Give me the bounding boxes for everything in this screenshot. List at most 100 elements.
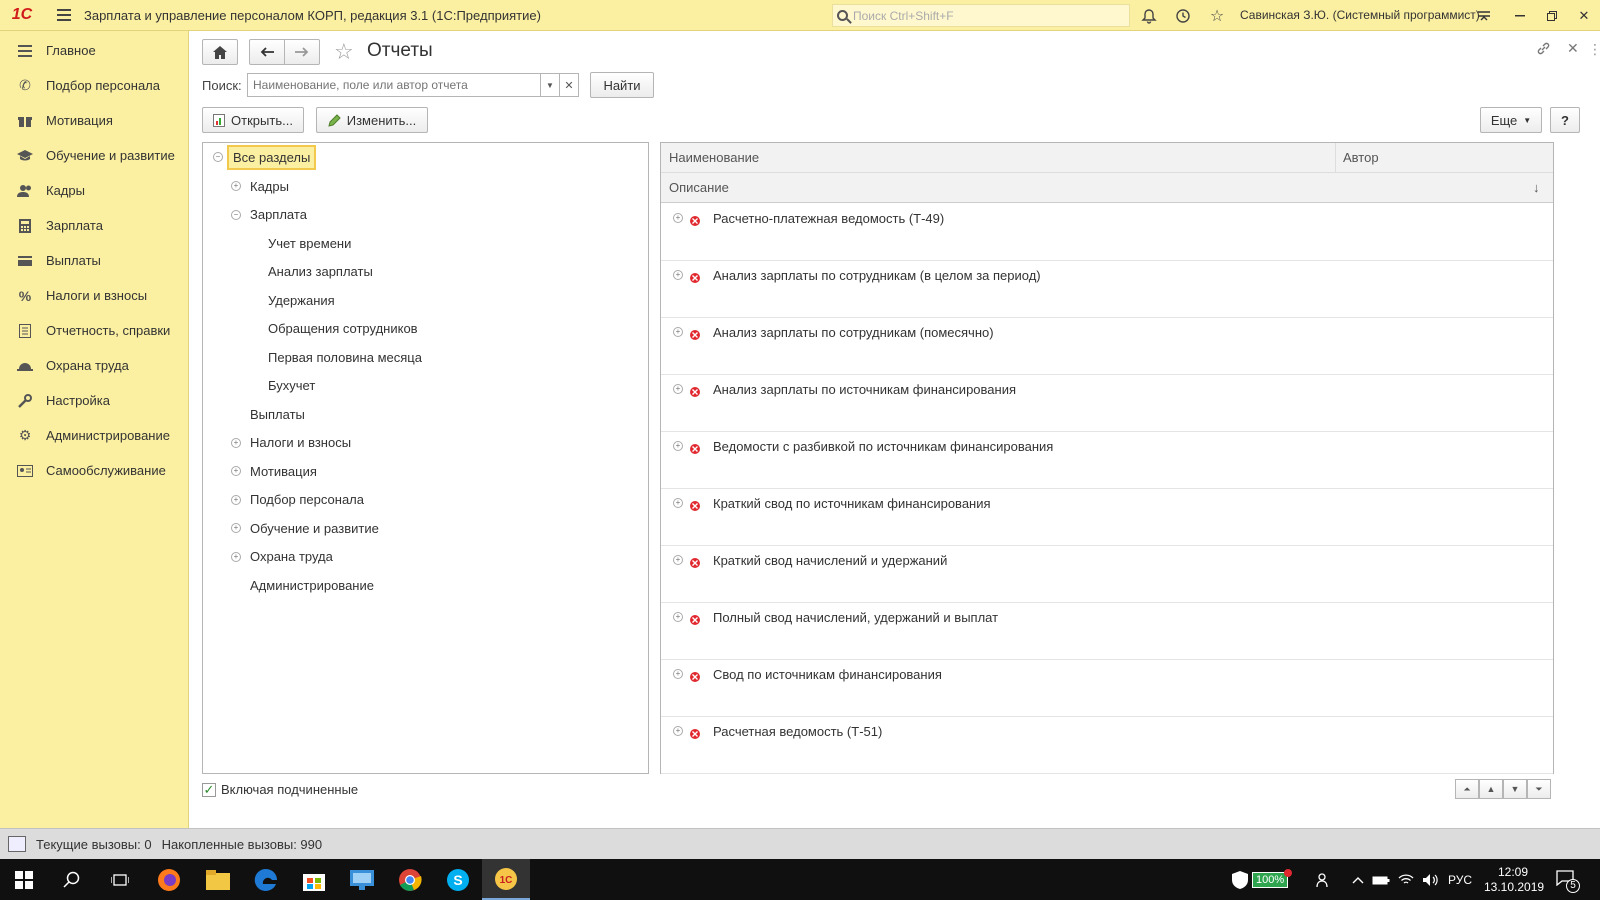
windows-start-icon[interactable] — [0, 859, 48, 900]
table-row[interactable]: + Полный свод начислений, удержаний и вып… — [661, 602, 1553, 660]
open-button[interactable]: Открыть... — [202, 107, 304, 133]
favorites-star-icon[interactable]: ☆ — [1206, 5, 1228, 27]
expand-toggle-icon[interactable]: + — [231, 181, 241, 191]
chevron-up-icon[interactable] — [1352, 859, 1364, 900]
tree-item[interactable]: Зарплата — [250, 203, 307, 227]
tree-item[interactable]: Первая половина месяца — [268, 345, 422, 369]
table-row[interactable]: + Анализ зарплаты по сотрудникам (помесяч… — [661, 317, 1553, 375]
more-vertical-icon[interactable]: ⋮ — [1588, 41, 1600, 58]
taskbar-clock[interactable]: 12:09 13.10.2019 — [1484, 865, 1544, 895]
link-icon[interactable] — [1536, 41, 1551, 60]
battery-indicator[interactable]: 100% — [1252, 859, 1293, 900]
settings-menu-icon[interactable] — [1466, 0, 1502, 31]
tree-item[interactable]: Обучение и развитие — [250, 516, 379, 540]
1c-taskbar-icon[interactable]: 1С — [482, 859, 530, 900]
expand-toggle-icon[interactable]: + — [673, 726, 683, 736]
sections-tree[interactable]: − Все разделы + Кадры − Зарплата Учет времен… — [202, 142, 649, 774]
chrome-icon[interactable] — [386, 859, 434, 900]
table-row[interactable]: + Свод по источникам финансирования — [661, 659, 1553, 717]
sidebar-item-labor-safety[interactable]: Охрана труда — [0, 348, 188, 383]
edge-icon[interactable] — [242, 859, 290, 900]
favorite-star-icon[interactable]: ☆ — [334, 39, 354, 65]
help-button[interactable]: ? — [1550, 107, 1580, 133]
main-menu-icon[interactable] — [44, 0, 84, 31]
bell-icon[interactable] — [1138, 5, 1160, 27]
search-taskbar-icon[interactable] — [48, 859, 96, 900]
table-row[interactable]: + Ведомости с разбивкой по источникам фин… — [661, 431, 1553, 489]
tree-item[interactable]: Бухучет — [268, 374, 315, 398]
expand-toggle-icon[interactable]: + — [673, 555, 683, 565]
people-tray-icon[interactable] — [1316, 859, 1332, 900]
forward-button[interactable] — [284, 39, 320, 65]
store-icon[interactable] — [290, 859, 338, 900]
scroll-first-icon[interactable]: ⏶ — [1455, 779, 1479, 799]
tree-item[interactable]: Администрирование — [250, 573, 374, 597]
sort-arrow-icon[interactable]: ↓ — [1533, 180, 1540, 195]
restore-icon[interactable] — [1534, 0, 1570, 31]
current-user[interactable]: Савинская З.Ю. (Системный программист) — [1240, 8, 1480, 22]
sidebar-item-reporting[interactable]: Отчетность, справки — [0, 313, 188, 348]
expand-toggle-icon[interactable]: + — [231, 466, 241, 476]
tree-item[interactable]: Обращения сотрудников — [268, 317, 418, 341]
history-icon[interactable] — [1172, 5, 1194, 27]
sidebar-item-motivation[interactable]: Мотивация — [0, 103, 188, 138]
tree-item[interactable]: Кадры — [250, 174, 289, 198]
sidebar-item-main[interactable]: Главное — [0, 33, 188, 68]
sidebar-item-recruitment[interactable]: ✆ Подбор персонала — [0, 68, 188, 103]
expand-toggle-icon[interactable]: + — [231, 551, 241, 562]
reports-table[interactable]: Наименование Автор Описание ↓ + Расчетно-… — [660, 142, 1554, 774]
monitor-app-icon[interactable] — [338, 859, 386, 900]
expand-toggle-icon[interactable]: + — [673, 384, 683, 394]
expand-toggle-icon[interactable]: + — [231, 494, 241, 505]
table-row[interactable]: + Анализ зарплаты по сотрудникам (в целом… — [661, 260, 1553, 318]
minimize-icon[interactable] — [1502, 0, 1538, 31]
defender-icon[interactable] — [1232, 859, 1248, 900]
power-icon[interactable] — [1372, 859, 1390, 900]
wifi-icon[interactable] — [1398, 859, 1414, 900]
expand-toggle-icon[interactable]: + — [673, 213, 683, 223]
search-dropdown-icon[interactable]: ▼ — [540, 73, 560, 97]
language-indicator[interactable]: РУС — [1448, 859, 1472, 900]
collapse-toggle-icon[interactable]: − — [231, 209, 241, 220]
table-row[interactable]: + Краткий свод начислений и удержаний — [661, 545, 1553, 603]
sidebar-item-self-service[interactable]: Самообслуживание — [0, 453, 188, 488]
more-button[interactable]: Еще ▼ — [1480, 107, 1542, 133]
close-form-icon[interactable]: ✕ — [1567, 40, 1579, 57]
tree-item[interactable]: Учет времени — [268, 231, 351, 255]
tree-item[interactable]: Удержания — [268, 288, 335, 312]
tree-item[interactable]: Охрана труда — [250, 545, 333, 569]
sidebar-item-training[interactable]: Обучение и развитие — [0, 138, 188, 173]
collapse-toggle-icon[interactable]: − — [213, 152, 223, 162]
expand-toggle-icon[interactable]: + — [673, 327, 683, 337]
server-calls-icon[interactable] — [8, 836, 26, 852]
table-row[interactable]: + Расчетно-платежная ведомость (Т-49) — [661, 203, 1553, 261]
edit-button[interactable]: Изменить... — [316, 107, 428, 133]
sidebar-item-taxes[interactable]: % Налоги и взносы — [0, 278, 188, 313]
sidebar-item-payments[interactable]: Выплаты — [0, 243, 188, 278]
skype-icon[interactable]: S — [434, 859, 482, 900]
expand-toggle-icon[interactable]: + — [231, 523, 241, 533]
expand-toggle-icon[interactable]: + — [673, 441, 683, 451]
1c-logo[interactable]: 1С — [0, 0, 44, 31]
tree-root[interactable]: Все разделы — [227, 144, 317, 170]
close-window-icon[interactable]: ✕ — [1566, 0, 1600, 31]
expand-toggle-icon[interactable]: + — [673, 270, 683, 280]
home-button[interactable] — [202, 39, 238, 65]
task-view-icon[interactable] — [96, 859, 144, 900]
report-search-input[interactable] — [247, 73, 541, 97]
sidebar-item-salary[interactable]: Зарплата — [0, 208, 188, 243]
scroll-up-icon[interactable]: ▲ — [1479, 779, 1503, 799]
scroll-down-icon[interactable]: ▼ — [1503, 779, 1527, 799]
tree-item[interactable]: Налоги и взносы — [250, 431, 351, 455]
find-button[interactable]: Найти — [590, 72, 654, 98]
tree-item[interactable]: Подбор персонала — [250, 488, 364, 512]
column-name-header[interactable]: Наименование — [669, 150, 759, 165]
include-children-checkbox[interactable]: ✓ Включая подчиненные — [202, 782, 358, 797]
table-row[interactable]: + Анализ зарплаты по источникам финансиро… — [661, 374, 1553, 432]
global-search-input[interactable]: Поиск Ctrl+Shift+F — [832, 4, 1130, 27]
tree-item[interactable]: Выплаты — [250, 402, 305, 426]
table-row[interactable]: + Расчетная ведомость (Т-51) — [661, 716, 1553, 774]
tree-item[interactable]: Мотивация — [250, 459, 317, 483]
back-button[interactable] — [249, 39, 285, 65]
firefox-icon[interactable] — [145, 859, 193, 900]
